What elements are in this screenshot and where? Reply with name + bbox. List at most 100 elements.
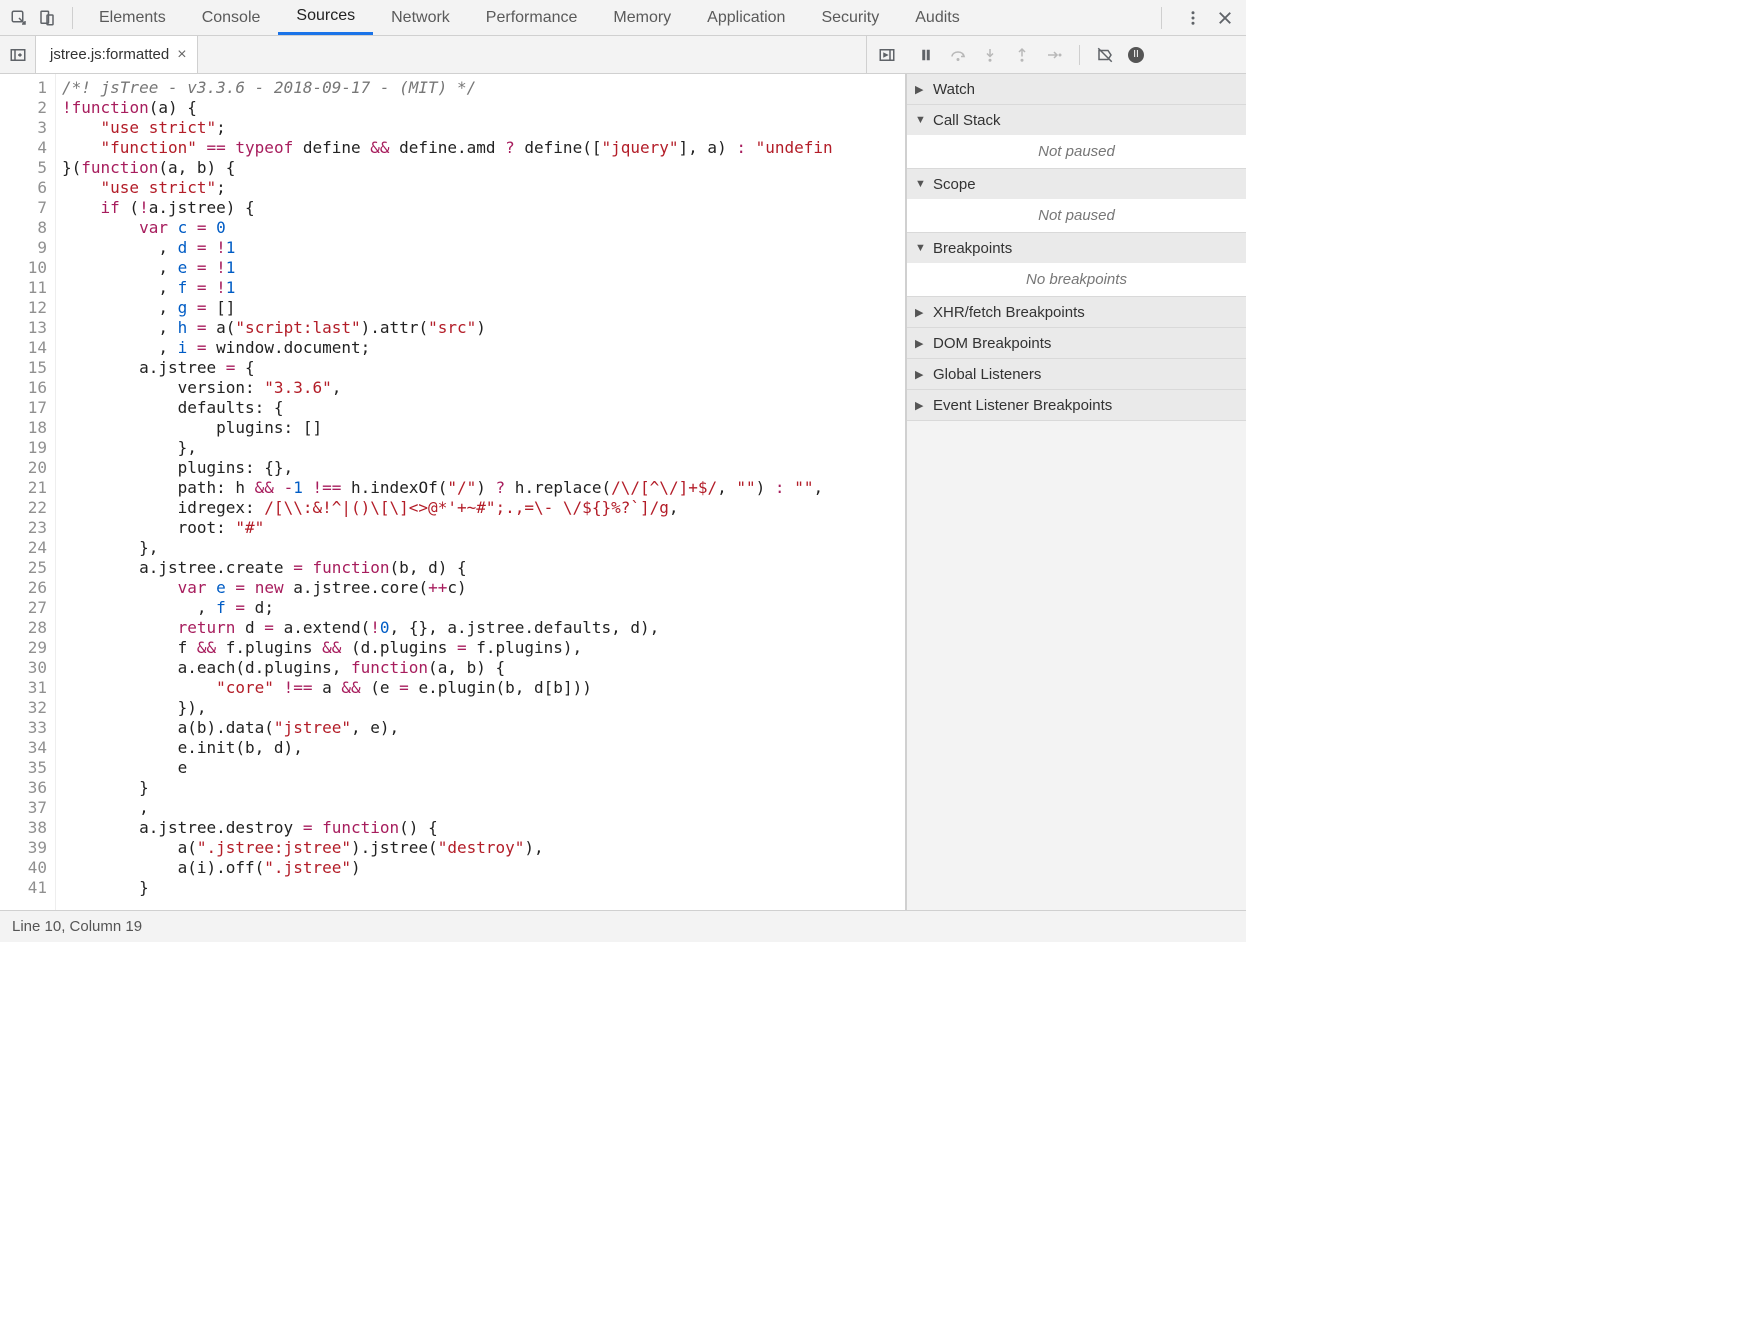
code-line[interactable]: }),: [62, 698, 905, 718]
line-number[interactable]: 26: [0, 578, 47, 598]
accordion-header[interactable]: ▶Event Listener Breakpoints: [907, 390, 1246, 420]
code-line[interactable]: defaults: {: [62, 398, 905, 418]
line-number[interactable]: 28: [0, 618, 47, 638]
panel-tab-elements[interactable]: Elements: [81, 0, 184, 35]
code-line[interactable]: a.jstree.destroy = function() {: [62, 818, 905, 838]
line-number[interactable]: 37: [0, 798, 47, 818]
code-line[interactable]: , g = []: [62, 298, 905, 318]
line-number[interactable]: 33: [0, 718, 47, 738]
code-line[interactable]: , f = !1: [62, 278, 905, 298]
accordion-header[interactable]: ▶XHR/fetch Breakpoints: [907, 297, 1246, 327]
line-number[interactable]: 39: [0, 838, 47, 858]
line-number[interactable]: 1: [0, 78, 47, 98]
line-number[interactable]: 13: [0, 318, 47, 338]
line-number[interactable]: 29: [0, 638, 47, 658]
code-line[interactable]: "function" == typeof define && define.am…: [62, 138, 905, 158]
accordion-header[interactable]: ▼Scope: [907, 169, 1246, 199]
code-line[interactable]: , i = window.document;: [62, 338, 905, 358]
line-number[interactable]: 27: [0, 598, 47, 618]
inspect-element-icon[interactable]: [10, 9, 28, 27]
line-number[interactable]: 17: [0, 398, 47, 418]
deactivate-breakpoints-icon[interactable]: [1096, 46, 1114, 64]
pause-icon[interactable]: [917, 46, 935, 64]
line-number[interactable]: 40: [0, 858, 47, 878]
line-number[interactable]: 11: [0, 278, 47, 298]
line-number[interactable]: 36: [0, 778, 47, 798]
step-over-icon[interactable]: [949, 46, 967, 64]
code-line[interactable]: , h = a("script:last").attr("src"): [62, 318, 905, 338]
accordion-header[interactable]: ▼Call Stack: [907, 105, 1246, 135]
accordion-header[interactable]: ▼Breakpoints: [907, 233, 1246, 263]
code-line[interactable]: plugins: {},: [62, 458, 905, 478]
code-line[interactable]: return d = a.extend(!0, {}, a.jstree.def…: [62, 618, 905, 638]
line-number[interactable]: 22: [0, 498, 47, 518]
code-line[interactable]: var e = new a.jstree.core(++c): [62, 578, 905, 598]
line-number[interactable]: 19: [0, 438, 47, 458]
code-line[interactable]: "use strict";: [62, 178, 905, 198]
line-number[interactable]: 15: [0, 358, 47, 378]
code-line[interactable]: var c = 0: [62, 218, 905, 238]
panel-tab-memory[interactable]: Memory: [595, 0, 689, 35]
code-line[interactable]: a(".jstree:jstree").jstree("destroy"),: [62, 838, 905, 858]
step-into-icon[interactable]: [981, 46, 999, 64]
line-number[interactable]: 32: [0, 698, 47, 718]
code-line[interactable]: e: [62, 758, 905, 778]
line-number[interactable]: 24: [0, 538, 47, 558]
step-icon[interactable]: [1045, 46, 1063, 64]
code-line[interactable]: }: [62, 878, 905, 898]
code-line[interactable]: "use strict";: [62, 118, 905, 138]
pause-on-exceptions-icon[interactable]: II: [1128, 47, 1144, 63]
device-toolbar-icon[interactable]: [38, 9, 56, 27]
kebab-menu-icon[interactable]: [1184, 9, 1202, 27]
line-number[interactable]: 2: [0, 98, 47, 118]
line-number[interactable]: 9: [0, 238, 47, 258]
line-number[interactable]: 18: [0, 418, 47, 438]
line-number[interactable]: 35: [0, 758, 47, 778]
accordion-header[interactable]: ▶Global Listeners: [907, 359, 1246, 389]
debugger-toggle-icon[interactable]: [866, 36, 906, 73]
panel-tab-audits[interactable]: Audits: [897, 0, 977, 35]
line-number[interactable]: 38: [0, 818, 47, 838]
line-number[interactable]: 16: [0, 378, 47, 398]
line-number[interactable]: 20: [0, 458, 47, 478]
panel-tab-security[interactable]: Security: [803, 0, 897, 35]
code-line[interactable]: f && f.plugins && (d.plugins = f.plugins…: [62, 638, 905, 658]
code-editor[interactable]: 1234567891011121314151617181920212223242…: [0, 74, 906, 910]
line-number[interactable]: 8: [0, 218, 47, 238]
line-number[interactable]: 23: [0, 518, 47, 538]
code-line[interactable]: , d = !1: [62, 238, 905, 258]
line-number[interactable]: 41: [0, 878, 47, 898]
line-number[interactable]: 25: [0, 558, 47, 578]
code-line[interactable]: version: "3.3.6",: [62, 378, 905, 398]
file-tab[interactable]: jstree.js:formatted ×: [36, 36, 198, 73]
code-line[interactable]: idregex: /[\\:&!^|()\[\]<>@*'+~#";.,=\- …: [62, 498, 905, 518]
code-line[interactable]: root: "#": [62, 518, 905, 538]
line-number[interactable]: 4: [0, 138, 47, 158]
code-line[interactable]: /*! jsTree - v3.3.6 - 2018-09-17 - (MIT)…: [62, 78, 905, 98]
code-line[interactable]: e.init(b, d),: [62, 738, 905, 758]
navigator-toggle-icon[interactable]: [0, 36, 36, 73]
step-out-icon[interactable]: [1013, 46, 1031, 64]
line-number[interactable]: 14: [0, 338, 47, 358]
panel-tab-network[interactable]: Network: [373, 0, 468, 35]
code-line[interactable]: },: [62, 438, 905, 458]
code-line[interactable]: a.jstree = {: [62, 358, 905, 378]
code-line[interactable]: if (!a.jstree) {: [62, 198, 905, 218]
close-tab-icon[interactable]: ×: [177, 46, 186, 64]
line-number[interactable]: 21: [0, 478, 47, 498]
line-number[interactable]: 12: [0, 298, 47, 318]
panel-tab-performance[interactable]: Performance: [468, 0, 596, 35]
code-line[interactable]: !function(a) {: [62, 98, 905, 118]
code-line[interactable]: },: [62, 538, 905, 558]
code-line[interactable]: , f = d;: [62, 598, 905, 618]
line-number[interactable]: 3: [0, 118, 47, 138]
code-line[interactable]: "core" !== a && (e = e.plugin(b, d[b])): [62, 678, 905, 698]
code-line[interactable]: ,: [62, 798, 905, 818]
panel-tab-console[interactable]: Console: [184, 0, 279, 35]
code-line[interactable]: a(i).off(".jstree"): [62, 858, 905, 878]
code-line[interactable]: }: [62, 778, 905, 798]
code-area[interactable]: /*! jsTree - v3.3.6 - 2018-09-17 - (MIT)…: [56, 74, 905, 910]
code-line[interactable]: , e = !1: [62, 258, 905, 278]
line-number[interactable]: 10: [0, 258, 47, 278]
line-number[interactable]: 30: [0, 658, 47, 678]
